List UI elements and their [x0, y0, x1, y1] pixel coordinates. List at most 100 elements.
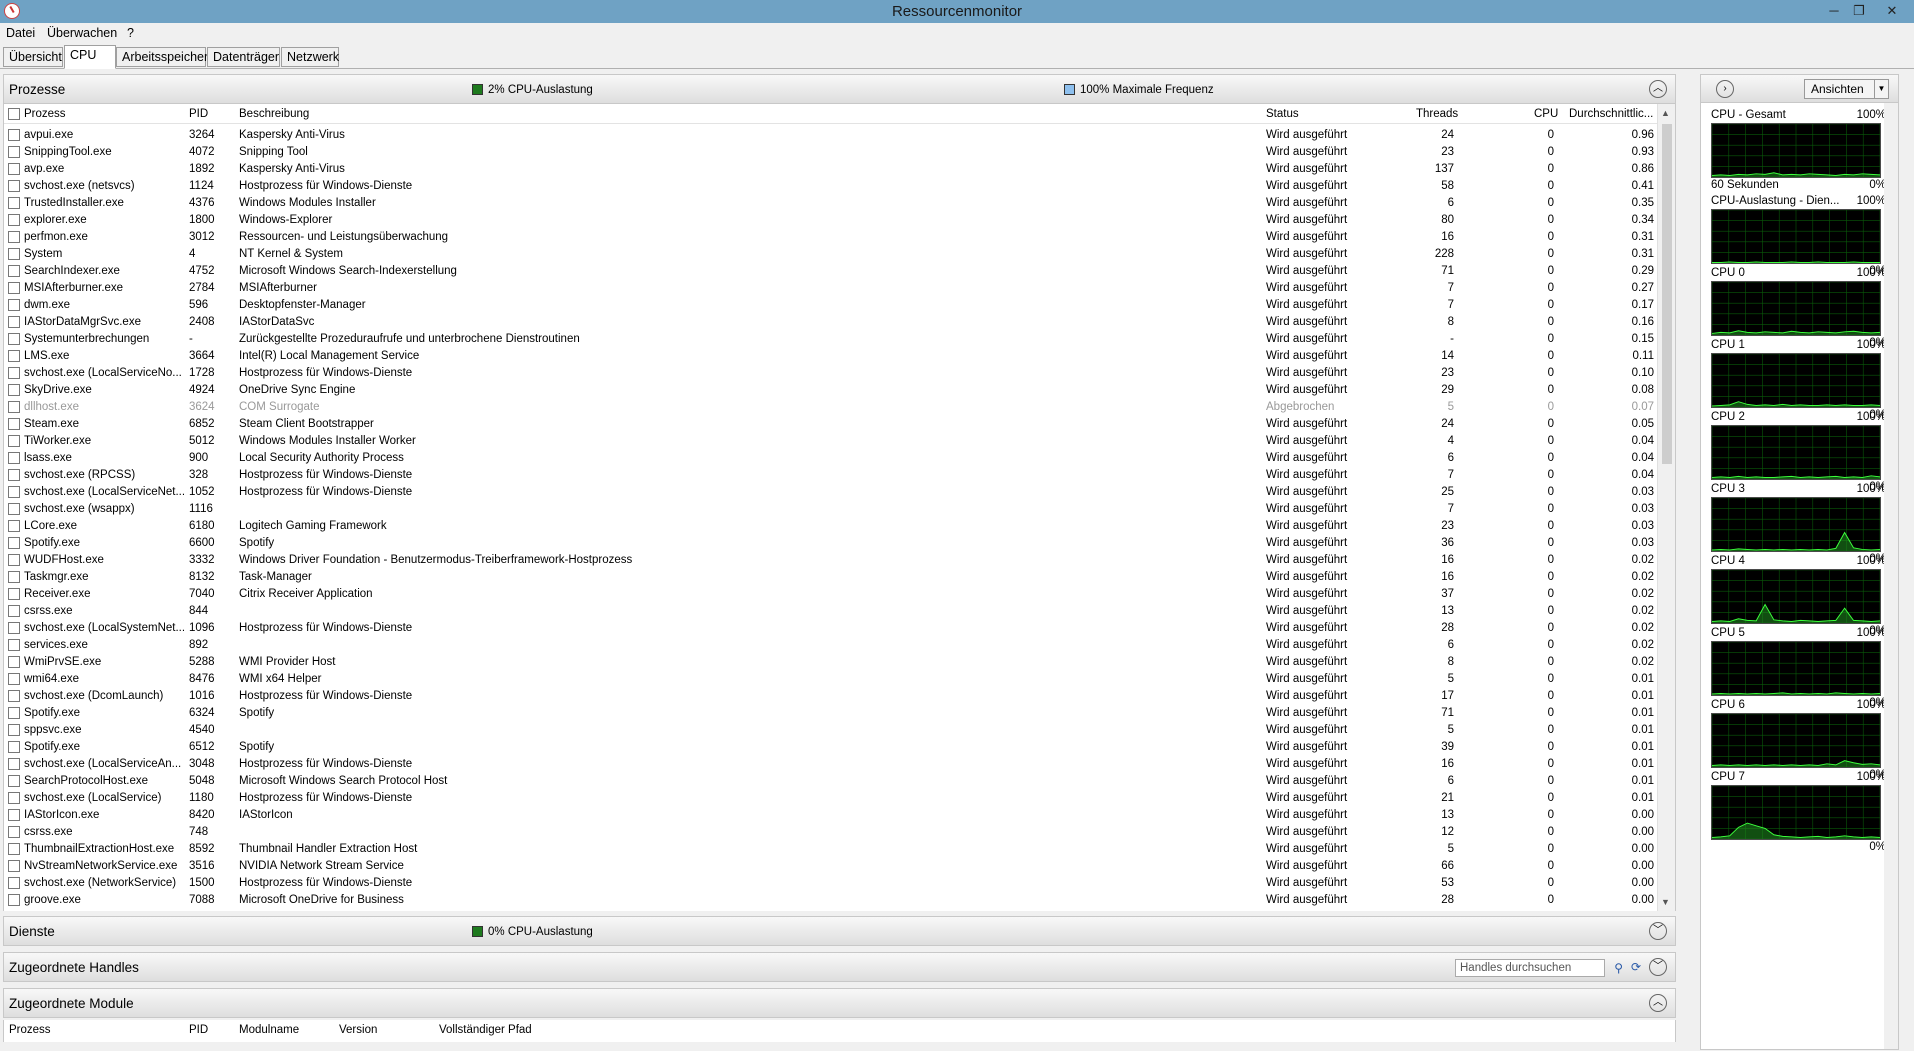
chevron-down-icon[interactable]: ▼ [1874, 80, 1888, 98]
table-row[interactable]: MSIAfterburner.exe 2784 MSIAfterburner Wird… [4, 280, 1657, 297]
table-row[interactable]: csrss.exe 844 Wird ausgeführt 13 0 0.02 [4, 603, 1657, 620]
row-checkbox[interactable] [8, 809, 20, 821]
mod-col-pid[interactable]: PID [189, 1024, 208, 1036]
row-checkbox[interactable] [8, 775, 20, 787]
row-checkbox[interactable] [8, 622, 20, 634]
row-checkbox[interactable] [8, 163, 20, 175]
row-checkbox[interactable] [8, 571, 20, 583]
table-row[interactable]: svchost.exe (LocalServiceAn... 3048 Hostpr… [4, 756, 1657, 773]
tab-arbeitsspeicher[interactable]: Arbeitsspeicher [116, 47, 208, 67]
minimize-button[interactable]: ─ [1820, 1, 1848, 21]
table-row[interactable]: avp.exe 1892 Kaspersky Anti-Virus Wird ausg… [4, 161, 1657, 178]
table-row[interactable]: Spotify.exe 6324 Spotify Wird ausgeführt 71 0… [4, 705, 1657, 722]
row-checkbox[interactable] [8, 826, 20, 838]
row-checkbox[interactable] [8, 435, 20, 447]
tab-cpu[interactable]: CPU [64, 45, 116, 69]
dienste-header[interactable]: Dienste 0% CPU-Auslastung ﹀ [3, 916, 1676, 946]
collapse-prozesse-button[interactable]: ︿ [1649, 80, 1667, 98]
row-checkbox[interactable] [8, 316, 20, 328]
table-row[interactable]: sppsvc.exe 4540 Wird ausgeführt 5 0 0.01 [4, 722, 1657, 739]
table-row[interactable]: svchost.exe (RPCSS) 328 Hostprozess für Wi… [4, 467, 1657, 484]
row-checkbox[interactable] [8, 401, 20, 413]
handles-search-input[interactable]: Handles durchsuchen [1455, 959, 1605, 977]
row-checkbox[interactable] [8, 554, 20, 566]
tab-datentraeger[interactable]: Datenträger [207, 47, 280, 67]
row-checkbox[interactable] [8, 894, 20, 906]
process-scrollbar[interactable]: ▲ ▼ [1657, 104, 1675, 911]
row-checkbox[interactable] [8, 673, 20, 685]
table-row[interactable]: csrss.exe 748 Wird ausgeführt 12 0 0.00 [4, 824, 1657, 841]
refresh-icon[interactable]: ⟳ [1631, 960, 1641, 974]
row-checkbox[interactable] [8, 231, 20, 243]
table-row[interactable]: WUDFHost.exe 3332 Windows Driver Foundatio… [4, 552, 1657, 569]
row-checkbox[interactable] [8, 350, 20, 362]
scroll-down-icon[interactable]: ▼ [1661, 897, 1670, 907]
table-row[interactable]: LMS.exe 3664 Intel(R) Local Management Ser… [4, 348, 1657, 365]
row-checkbox[interactable] [8, 741, 20, 753]
row-checkbox[interactable] [8, 503, 20, 515]
table-row[interactable]: SkyDrive.exe 4924 OneDrive Sync Engine Wird… [4, 382, 1657, 399]
mod-col-pfad[interactable]: Vollständiger Pfad [439, 1024, 532, 1036]
scroll-thumb[interactable] [1662, 124, 1672, 464]
row-checkbox[interactable] [8, 656, 20, 668]
close-button[interactable]: ✕ [1878, 1, 1906, 21]
mod-col-prozess[interactable]: Prozess [9, 1024, 51, 1036]
restore-button[interactable]: ❐ [1845, 1, 1873, 21]
row-checkbox[interactable] [8, 690, 20, 702]
col-cpu[interactable]: CPU [1534, 108, 1558, 120]
row-checkbox[interactable] [8, 588, 20, 600]
row-checkbox[interactable] [8, 843, 20, 855]
table-row[interactable]: SearchProtocolHost.exe 5048 Microsoft Wind… [4, 773, 1657, 790]
table-row[interactable]: LCore.exe 6180 Logitech Gaming Framework Wi… [4, 518, 1657, 535]
table-row[interactable]: dwm.exe 596 Desktopfenster-Manager Wird aus… [4, 297, 1657, 314]
row-checkbox[interactable] [8, 146, 20, 158]
row-checkbox[interactable] [8, 605, 20, 617]
collapse-module-button[interactable]: ︿ [1649, 994, 1667, 1012]
ansichten-button[interactable]: Ansichten ▼ [1804, 79, 1889, 99]
row-checkbox[interactable] [8, 180, 20, 192]
table-row[interactable]: Steam.exe 6852 Steam Client Bootstrapper Wi… [4, 416, 1657, 433]
table-row[interactable]: Spotify.exe 6512 Spotify Wird ausgeführt 39 0… [4, 739, 1657, 756]
row-checkbox[interactable] [8, 486, 20, 498]
row-checkbox[interactable] [8, 248, 20, 260]
table-row[interactable]: svchost.exe (wsappx) 1116 Wird ausgeführt 7… [4, 501, 1657, 518]
table-row[interactable]: Systemunterbrechungen - Zurückgestellte Pr… [4, 331, 1657, 348]
mod-col-version[interactable]: Version [339, 1024, 377, 1036]
table-row[interactable]: TiWorker.exe 5012 Windows Modules Installe… [4, 433, 1657, 450]
tab-netzwerk[interactable]: Netzwerk [281, 47, 339, 67]
table-row[interactable]: IAStorDataMgrSvc.exe 2408 IAStorDataSvc Wir… [4, 314, 1657, 331]
table-row[interactable]: System 4 NT Kernel & System Wird ausgeführt… [4, 246, 1657, 263]
row-checkbox[interactable] [8, 129, 20, 141]
row-checkbox[interactable] [8, 792, 20, 804]
row-checkbox[interactable] [8, 520, 20, 532]
table-row[interactable]: groove.exe 7088 Microsoft OneDrive for Bus… [4, 892, 1657, 909]
table-row[interactable]: WmiPrvSE.exe 5288 WMI Provider Host Wird au… [4, 654, 1657, 671]
table-row[interactable]: wmi64.exe 8476 WMI x64 Helper Wird ausgefüh… [4, 671, 1657, 688]
table-row[interactable]: svchost.exe (LocalService) 1180 Hostprozes… [4, 790, 1657, 807]
table-row[interactable]: svchost.exe (LocalServiceNet... 1052 Hostp… [4, 484, 1657, 501]
col-beschreibung[interactable]: Beschreibung [239, 108, 309, 120]
search-icon[interactable]: ⚲ [1614, 961, 1623, 975]
table-row[interactable]: Spotify.exe 6600 Spotify Wird ausgeführt 36 0… [4, 535, 1657, 552]
table-row[interactable]: dllhost.exe 3624 COM Surrogate Abgebrochen 5… [4, 399, 1657, 416]
col-pid[interactable]: PID [189, 108, 208, 120]
row-checkbox[interactable] [8, 282, 20, 294]
prozesse-header[interactable]: Prozesse 2% CPU-Auslastung 100% Maximale… [3, 74, 1676, 104]
table-row[interactable]: svchost.exe (netsvcs) 1124 Hostprozess für… [4, 178, 1657, 195]
table-row[interactable]: services.exe 892 Wird ausgeführt 6 0 0.02 [4, 637, 1657, 654]
expand-handles-button[interactable]: ﹀ [1649, 958, 1667, 976]
row-checkbox[interactable] [8, 367, 20, 379]
table-row[interactable]: SearchIndexer.exe 4752 Microsoft Windows S… [4, 263, 1657, 280]
menu-help[interactable]: ? [127, 26, 134, 40]
table-row[interactable]: lsass.exe 900 Local Security Authority Pro… [4, 450, 1657, 467]
col-prozess[interactable]: Prozess [24, 108, 66, 120]
row-checkbox[interactable] [8, 197, 20, 209]
col-status[interactable]: Status [1266, 108, 1299, 120]
chevron-right-icon[interactable]: › [1716, 80, 1734, 98]
module-header[interactable]: Zugeordnete Module ︿ [3, 988, 1676, 1018]
row-checkbox[interactable] [8, 860, 20, 872]
row-checkbox[interactable] [8, 724, 20, 736]
graph-pane-scrollbar[interactable] [1884, 103, 1898, 1049]
row-checkbox[interactable] [8, 469, 20, 481]
table-row[interactable]: avpui.exe 3264 Kaspersky Anti-Virus Wird au… [4, 127, 1657, 144]
